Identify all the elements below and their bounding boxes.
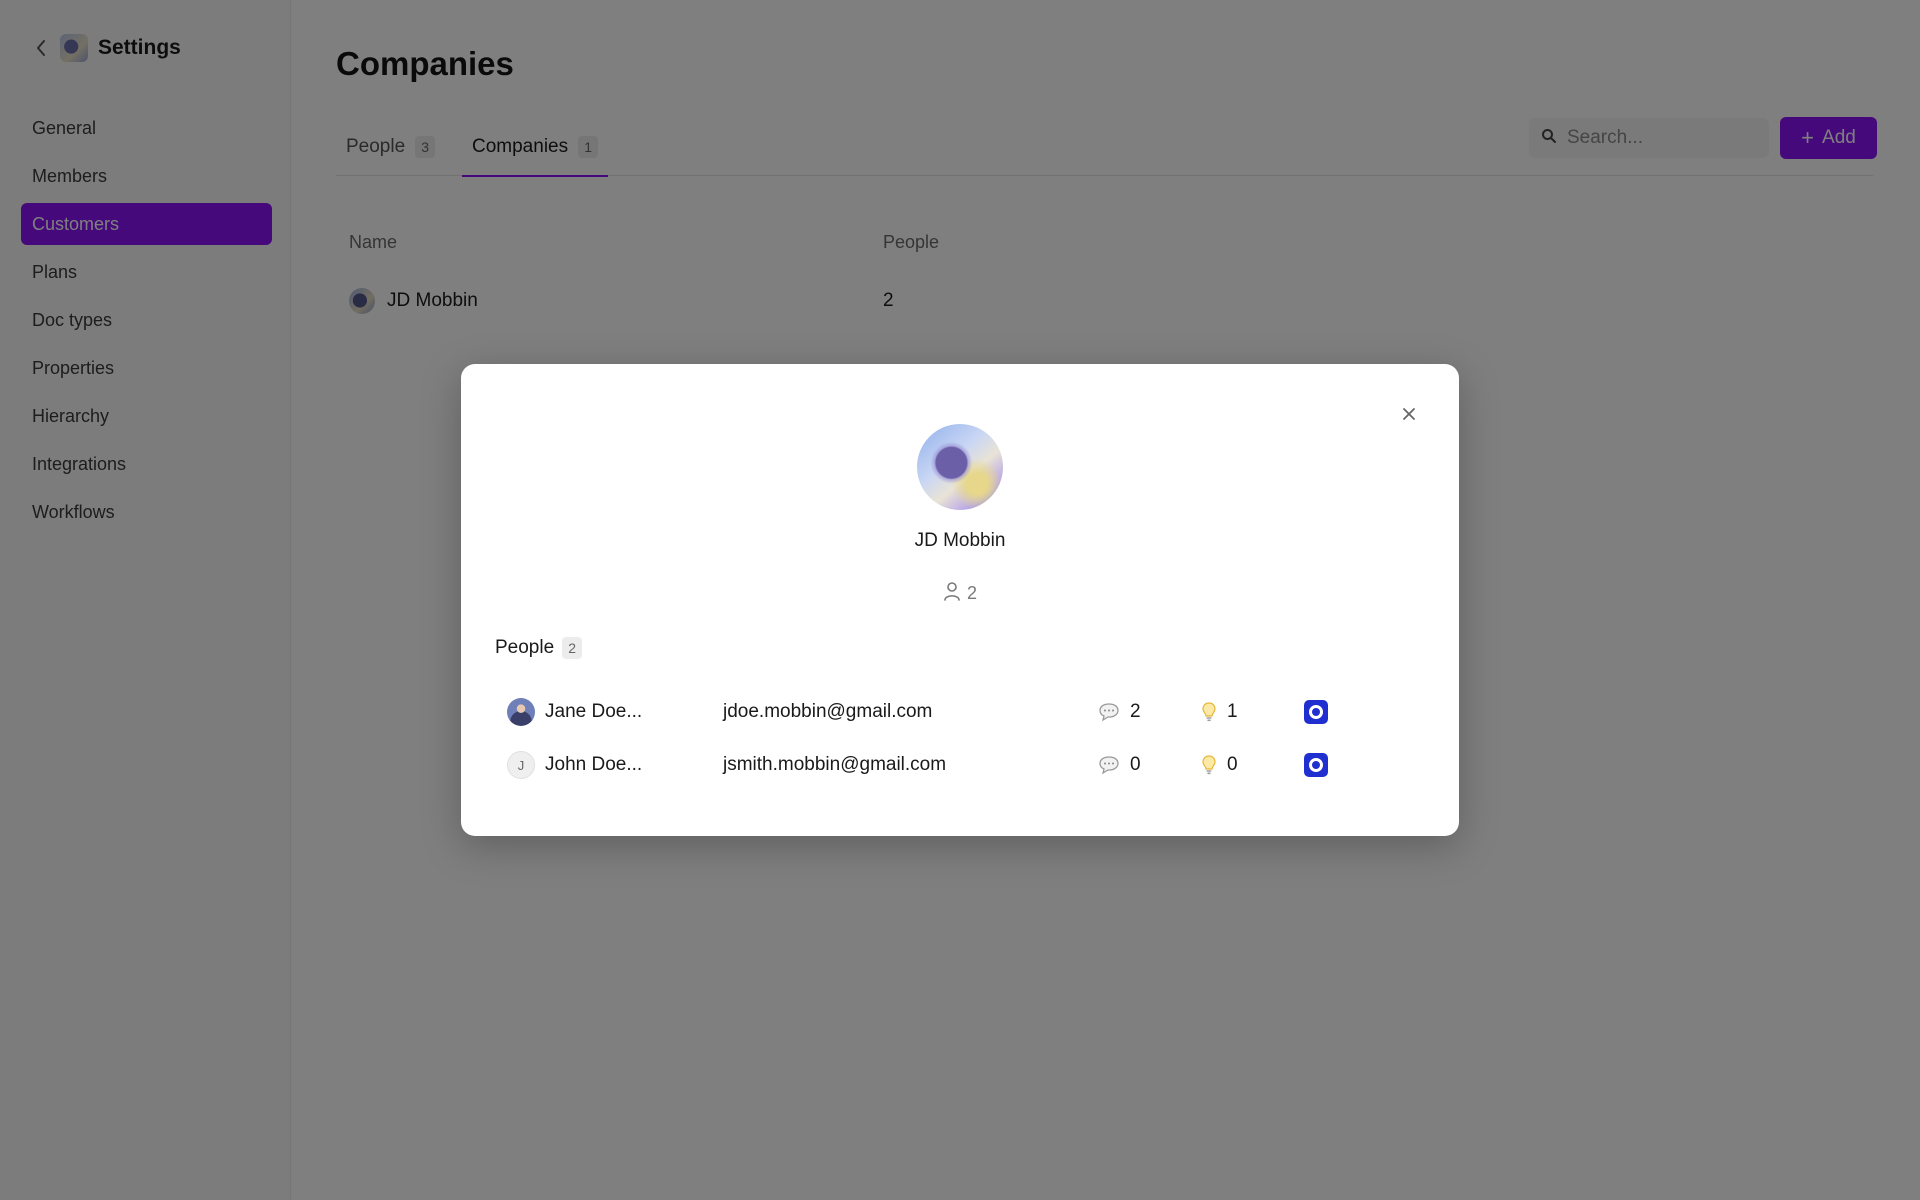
company-avatar-large	[917, 424, 1003, 510]
speech-bubble-icon	[1098, 702, 1120, 722]
integration-chip[interactable]	[1304, 750, 1328, 780]
avatar: J	[507, 751, 535, 779]
person-name-cell: Jane Doe...	[507, 697, 642, 727]
section-count-badge: 2	[562, 637, 583, 659]
comments-count: 2	[1130, 701, 1141, 722]
integration-chip[interactable]	[1304, 697, 1328, 727]
ideas-count: 0	[1227, 754, 1238, 775]
person-name-cell: J John Doe...	[507, 750, 642, 780]
person-email: jdoe.mobbin@gmail.com	[723, 701, 933, 722]
person-row[interactable]: J John Doe... jsmith.mobbin@gmail.com 0 …	[507, 750, 1419, 780]
ideas-stat: 0	[1201, 750, 1238, 780]
lightbulb-icon	[1201, 754, 1217, 776]
people-section-header: People 2	[495, 637, 583, 659]
company-people-count: 2	[461, 581, 1459, 606]
ideas-stat: 1	[1201, 697, 1238, 727]
integration-source-icon	[1304, 700, 1328, 724]
person-name: John Doe...	[545, 754, 643, 775]
ideas-count: 1	[1227, 701, 1238, 722]
close-icon[interactable]	[1397, 402, 1421, 426]
people-count-value: 2	[966, 583, 977, 603]
person-icon	[943, 581, 967, 606]
person-row[interactable]: Jane Doe... jdoe.mobbin@gmail.com 2 1	[507, 697, 1419, 727]
comments-stat: 0	[1098, 750, 1141, 780]
comments-stat: 2	[1098, 697, 1141, 727]
avatar	[507, 698, 535, 726]
integration-source-icon	[1304, 753, 1328, 777]
comments-count: 0	[1130, 754, 1141, 775]
person-name: Jane Doe...	[545, 701, 643, 722]
section-title: People	[495, 637, 555, 658]
company-name-heading: JD Mobbin	[914, 530, 1006, 551]
lightbulb-icon	[1201, 701, 1217, 723]
company-detail-modal: JD Mobbin 2 People 2 Jane Doe... jdoe.mo…	[461, 364, 1459, 836]
person-email: jsmith.mobbin@gmail.com	[723, 754, 947, 775]
speech-bubble-icon	[1098, 755, 1120, 775]
